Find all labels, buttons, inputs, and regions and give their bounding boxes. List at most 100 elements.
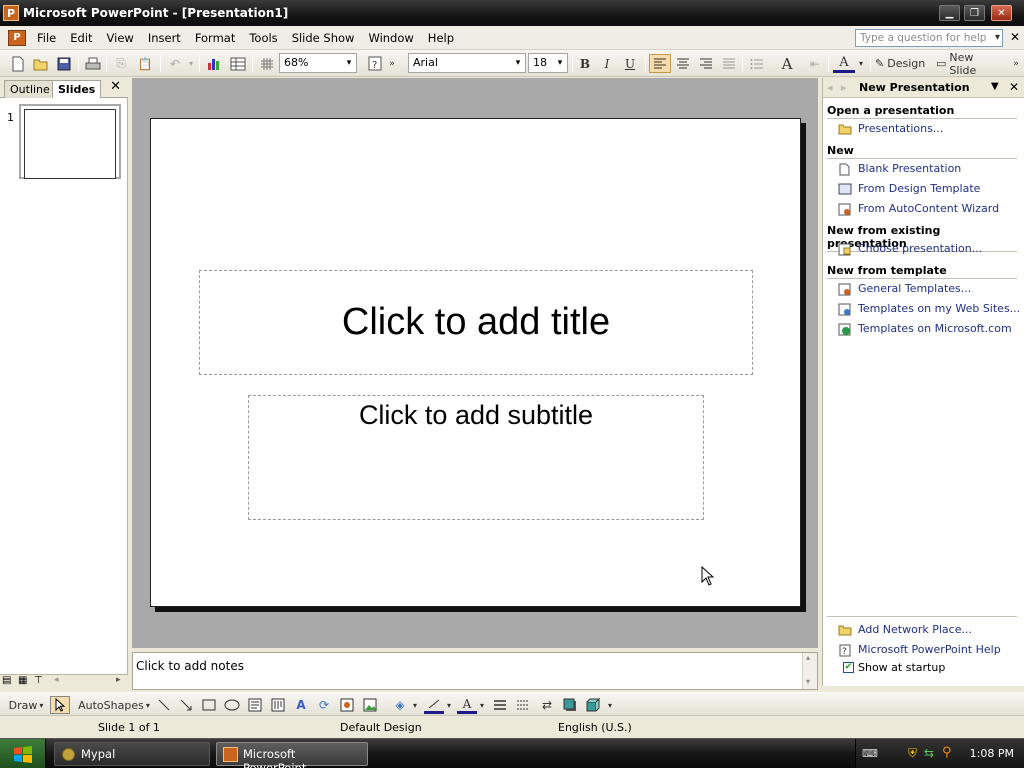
search-icon[interactable]: ⚲ <box>942 745 952 760</box>
increase-font-size-icon[interactable]: A <box>776 54 798 73</box>
align-center-icon[interactable] <box>673 54 693 73</box>
clip-art-icon[interactable] <box>337 696 357 714</box>
slide[interactable]: Click to add title Click to add subtitle <box>150 118 801 607</box>
maximize-button[interactable]: ❐ <box>964 5 985 21</box>
text-box-icon[interactable] <box>245 696 265 714</box>
decrease-indent-icon[interactable]: ⇤ <box>805 54 825 73</box>
insert-table-icon[interactable] <box>228 54 248 73</box>
design-button[interactable]: ✎ Design <box>875 54 931 73</box>
italic-button[interactable]: I <box>598 54 616 73</box>
menu-help[interactable]: Help <box>421 28 461 48</box>
fill-color-dropdown-icon[interactable]: ▾ <box>410 696 420 714</box>
scroll-right-icon[interactable]: ▸ <box>116 675 121 685</box>
help-question-input[interactable]: Type a question for help <box>855 29 1003 47</box>
scroll-left-icon[interactable]: ◂ <box>54 675 59 685</box>
minimize-button[interactable]: ▁ <box>939 5 960 21</box>
slide-thumbnail[interactable] <box>19 104 121 179</box>
new-document-icon[interactable] <box>8 54 28 73</box>
menu-insert[interactable]: Insert <box>141 28 188 48</box>
shadow-style-icon[interactable] <box>560 696 580 714</box>
taskbar-item-powerpoint[interactable]: Microsoft PowerPoint -... <box>216 742 368 768</box>
menu-file[interactable]: File <box>30 28 63 48</box>
copy-icon[interactable]: ⎘ <box>111 54 131 73</box>
keyboard-icon[interactable]: ⌨ <box>862 747 878 760</box>
dash-style-icon[interactable] <box>513 696 533 714</box>
slide-sorter-view-icon[interactable]: ▦ <box>18 675 27 686</box>
draw-menu-button[interactable]: Draw ▾ <box>6 696 46 714</box>
show-at-startup-checkbox[interactable]: ✔ <box>843 662 854 673</box>
menu-slide-show[interactable]: Slide Show <box>285 28 362 48</box>
close-document-button[interactable]: ✕ <box>1010 30 1020 44</box>
undo-icon[interactable]: ↶ <box>165 54 185 73</box>
notes-scrollbar[interactable]: ▴ ▾ <box>802 653 817 689</box>
autoshapes-menu-button[interactable]: AutoShapes ▾ <box>78 696 150 714</box>
close-task-pane-icon[interactable]: ✕ <box>1009 80 1019 94</box>
notes-placeholder[interactable]: Click to add notes <box>136 659 244 673</box>
security-shield-icon[interactable]: ⛨ <box>908 746 917 761</box>
menu-view[interactable]: View <box>100 28 141 48</box>
align-right-icon[interactable] <box>696 54 716 73</box>
wordart-icon[interactable]: A <box>291 696 311 714</box>
document-icon[interactable]: P <box>8 29 26 46</box>
link-templates-microsoft-com[interactable]: Templates on Microsoft.com <box>858 322 1012 335</box>
select-pointer-icon[interactable] <box>50 696 70 714</box>
scroll-up-icon[interactable]: ▴ <box>806 653 810 662</box>
tab-outline[interactable]: Outline <box>4 80 56 98</box>
tab-slides[interactable]: Slides <box>52 80 102 98</box>
diagram-icon[interactable]: ⟳ <box>314 696 334 714</box>
network-icon[interactable]: ⇆ <box>924 746 934 760</box>
font-color-dropdown-icon[interactable]: ▾ <box>856 54 866 73</box>
link-choose-presentation[interactable]: Choose presentation... <box>858 242 982 255</box>
3d-style-icon[interactable] <box>583 696 603 714</box>
close-button[interactable]: ✕ <box>991 5 1012 21</box>
chevron-down-icon[interactable]: ▾ <box>512 55 524 71</box>
show-grid-icon[interactable] <box>257 54 277 73</box>
font-color-icon[interactable]: A <box>457 696 477 714</box>
font-combo[interactable]: Arial ▾ <box>408 53 526 73</box>
line-color-icon[interactable] <box>424 696 444 714</box>
menu-tools[interactable]: Tools <box>242 28 284 48</box>
undo-dropdown-icon[interactable]: ▾ <box>186 54 196 73</box>
link-add-network-place[interactable]: Add Network Place... <box>858 623 972 636</box>
toolbar-options-icon[interactable]: ▾ <box>605 696 615 714</box>
menu-edit[interactable]: Edit <box>63 28 99 48</box>
arrow-style-icon[interactable]: ⇄ <box>537 696 557 714</box>
close-pane-icon[interactable]: ✕ <box>110 79 121 94</box>
chevron-down-icon[interactable]: ▼ <box>991 81 999 92</box>
toolbar-options-icon[interactable]: » <box>1010 54 1022 73</box>
back-arrow-icon[interactable]: ◂ <box>827 81 833 94</box>
print-icon[interactable] <box>83 54 103 73</box>
start-button[interactable] <box>0 739 46 768</box>
toolbar-options-icon[interactable]: » <box>386 54 398 73</box>
normal-view-icon[interactable]: ▤ <box>2 675 11 686</box>
arrow-tool-icon[interactable] <box>176 696 196 714</box>
title-placeholder[interactable]: Click to add title <box>199 270 753 375</box>
oval-tool-icon[interactable] <box>222 696 242 714</box>
forward-arrow-icon[interactable]: ▸ <box>841 81 847 94</box>
subtitle-placeholder[interactable]: Click to add subtitle <box>248 395 704 520</box>
align-left-icon[interactable] <box>649 54 671 73</box>
fill-color-icon[interactable]: ◈ <box>390 696 410 714</box>
powerpoint-app-icon[interactable]: P <box>3 5 19 21</box>
taskbar-item-mypal[interactable]: Mypal <box>54 742 210 766</box>
bullets-icon[interactable] <box>747 54 767 73</box>
underline-button[interactable]: U <box>621 54 639 73</box>
link-from-autocontent-wizard[interactable]: From AutoContent Wizard <box>858 202 999 215</box>
insert-picture-icon[interactable] <box>360 696 380 714</box>
font-color-icon[interactable]: A <box>833 54 855 73</box>
link-general-templates[interactable]: General Templates... <box>858 282 971 295</box>
line-tool-icon[interactable] <box>154 696 174 714</box>
bold-button[interactable]: B <box>576 54 594 73</box>
new-slide-button[interactable]: ▭ New Slide <box>936 51 1002 77</box>
menu-format[interactable]: Format <box>188 28 243 48</box>
save-icon[interactable] <box>54 54 74 73</box>
vertical-text-box-icon[interactable] <box>268 696 288 714</box>
font-size-combo[interactable]: 18 ▾ <box>528 53 568 73</box>
link-from-design-template[interactable]: From Design Template <box>858 182 980 195</box>
line-color-dropdown-icon[interactable]: ▾ <box>444 696 454 714</box>
menu-window[interactable]: Window <box>361 28 420 48</box>
chevron-down-icon[interactable]: ▾ <box>554 55 566 71</box>
help-icon[interactable]: ? <box>366 54 384 73</box>
rectangle-tool-icon[interactable] <box>199 696 219 714</box>
zoom-combo[interactable]: 68% ▾ <box>279 53 357 73</box>
